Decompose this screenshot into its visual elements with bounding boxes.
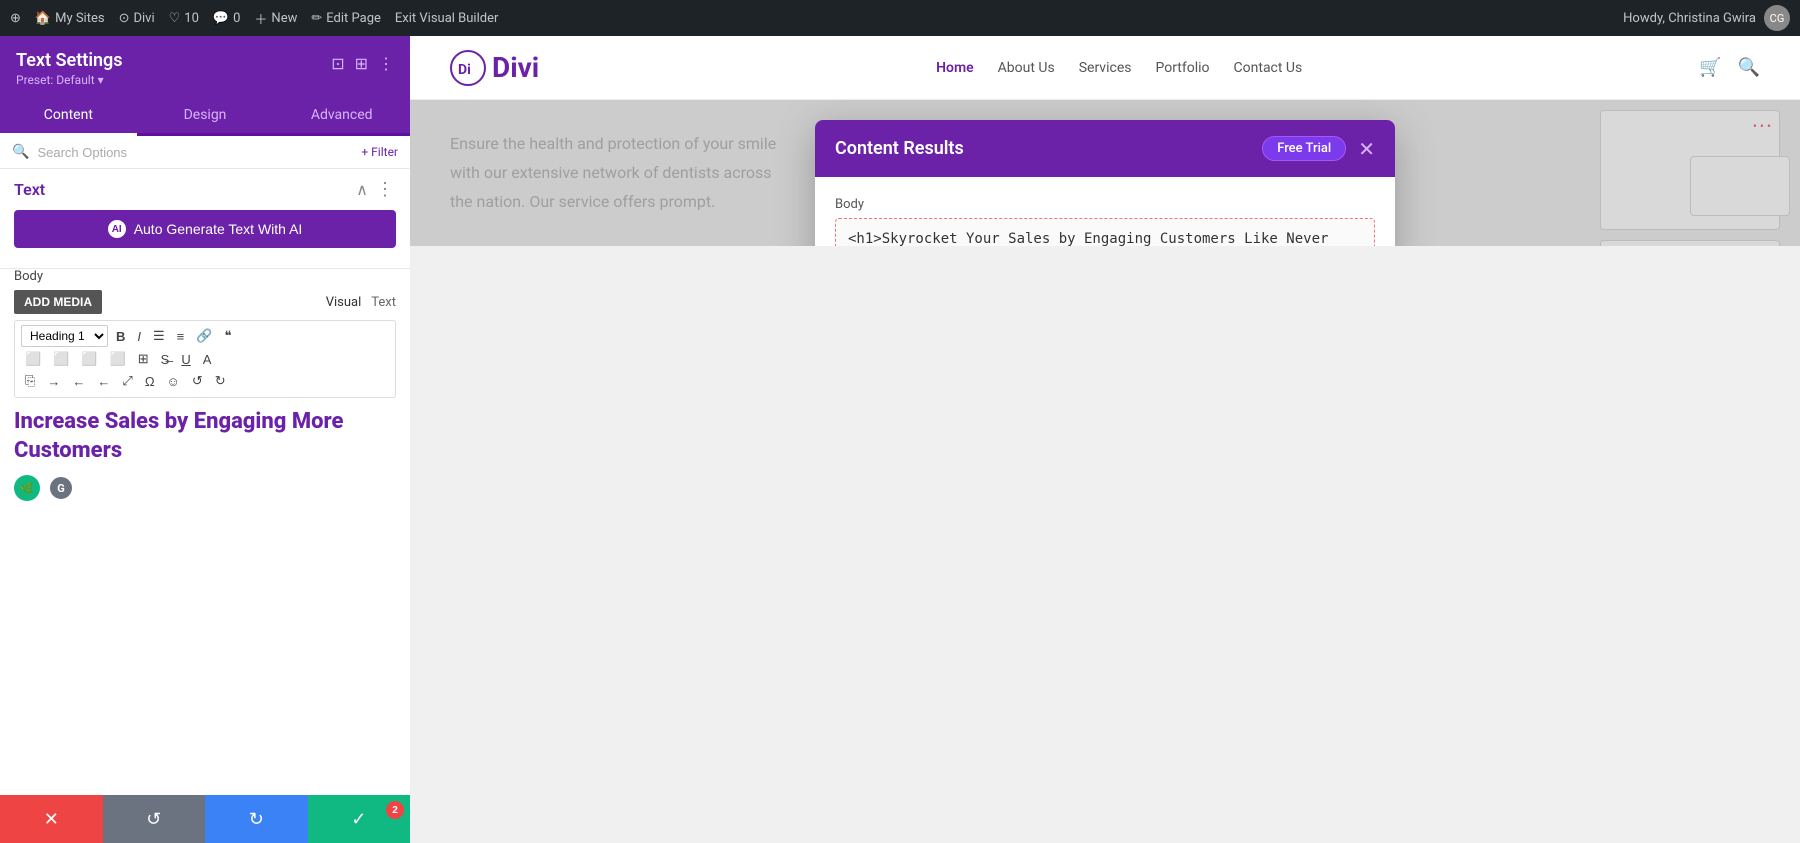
body-textarea[interactable]: <h1>Skyrocket Your Sales by Engaging Cus… (835, 218, 1375, 246)
new-button[interactable]: ＋ New (254, 9, 297, 28)
logo-text: Divi (492, 51, 539, 84)
undo-button[interactable]: ↺ (103, 795, 206, 843)
search-icon: 🔍 (12, 144, 29, 160)
bottom-bar: ✕ ↺ ↻ ✓ 2 (0, 795, 410, 843)
align-right-button[interactable]: ⬜ (77, 349, 101, 369)
likes-count[interactable]: ♡ 10 (169, 11, 199, 26)
add-media-button[interactable]: ADD MEDIA (14, 290, 102, 314)
divi-menu[interactable]: ⊙ Divi (119, 11, 155, 26)
special-char-button[interactable]: Ω (141, 372, 159, 391)
filter-button[interactable]: + Filter (361, 145, 398, 159)
modal-title: Content Results (835, 138, 964, 159)
preview-text: Increase Sales by Engaging More Customer… (14, 408, 396, 465)
save-button[interactable]: ✓ 2 (308, 795, 411, 843)
comment-icon: 💬 (213, 11, 229, 26)
content-results-modal: Content Results Free Trial ✕ Body <h1>Sk… (815, 120, 1395, 246)
tab-design[interactable]: Design (137, 97, 274, 136)
greet-user: Howdy, Christina Gwira (1623, 11, 1756, 26)
panel-preset[interactable]: Preset: Default ▾ (16, 73, 123, 87)
exit-builder-button[interactable]: Exit Visual Builder (395, 11, 498, 26)
panel-icon-layout[interactable]: ⊞ (355, 54, 368, 73)
menu-contact[interactable]: Contact Us (1234, 60, 1303, 76)
text-tab[interactable]: Text (371, 295, 396, 310)
emoji-button[interactable]: ☺ (163, 372, 184, 391)
formatting-toolbar: Heading 1 Heading 2 Paragraph B I ☰ ≡ 🔗 … (14, 320, 396, 398)
user-avatar[interactable]: CG (1764, 5, 1790, 31)
site-nav: Di Divi Home About Us Services Portfolio… (410, 36, 1800, 100)
plus-icon: ＋ (254, 9, 267, 28)
search-input[interactable] (37, 145, 353, 160)
quote-button[interactable]: ❝ (220, 326, 235, 346)
svg-text:Di: Di (458, 62, 471, 78)
section-collapse-icon[interactable]: ∧ (356, 180, 368, 199)
admin-bar: ⊕ 🏠 My Sites ⊙ Divi ♡ 10 💬 0 ＋ New ✏ Edi… (0, 0, 1800, 36)
tab-content[interactable]: Content (0, 97, 137, 136)
body-label: Body (14, 269, 396, 284)
save-badge: 2 (386, 801, 404, 819)
link-button[interactable]: 🔗 (192, 326, 216, 346)
body-field-label: Body (835, 197, 1375, 212)
page-area: Di Divi Home About Us Services Portfolio… (410, 36, 1800, 843)
panel-icon-resize[interactable]: ⊡ (331, 54, 344, 73)
heading-select[interactable]: Heading 1 Heading 2 Paragraph (21, 325, 108, 347)
cart-icon[interactable]: 🛒 (1699, 57, 1721, 78)
comments-count[interactable]: 💬 0 (213, 11, 241, 26)
outdent-button[interactable]: ← (68, 372, 89, 391)
indent-button[interactable]: → (43, 372, 64, 391)
site-menu: Home About Us Services Portfolio Contact… (936, 60, 1302, 76)
ai-grammarly-icon[interactable]: 🌿 (14, 475, 40, 501)
redo-editor-button[interactable]: ↻ (211, 371, 230, 391)
left-panel: Text Settings Preset: Default ▾ ⊡ ⊞ ⋮ Co… (0, 36, 410, 843)
wp-icon[interactable]: ⊕ (10, 11, 21, 26)
strikethrough-button[interactable]: S̶ (157, 350, 174, 369)
bullet-list-button[interactable]: ☰ (149, 326, 169, 346)
underline-button[interactable]: U (177, 350, 194, 369)
panel-title: Text Settings (16, 50, 123, 71)
section-more-icon[interactable]: ⋮ (376, 179, 396, 200)
fullscreen-button[interactable]: ⤢ (118, 371, 136, 391)
menu-services[interactable]: Services (1079, 60, 1132, 76)
site-logo: Di Divi (450, 50, 539, 86)
modal-overlay: Content Results Free Trial ✕ Body <h1>Sk… (410, 100, 1800, 246)
search-icon[interactable]: 🔍 (1738, 57, 1760, 78)
menu-home[interactable]: Home (936, 60, 974, 76)
heart-icon: ♡ (169, 11, 181, 26)
color-button[interactable]: A (199, 350, 216, 369)
text-section-title: Text (14, 180, 45, 199)
bold-button[interactable]: B (112, 327, 129, 346)
visual-tab[interactable]: Visual (326, 295, 362, 310)
divi-logo-icon: Di (450, 50, 486, 86)
my-sites[interactable]: 🏠 My Sites (35, 11, 105, 26)
redo-button[interactable]: ↻ (205, 795, 308, 843)
edit-page-button[interactable]: ✏ Edit Page (311, 11, 381, 26)
paste-button[interactable]: ⎘ (21, 371, 39, 391)
menu-portfolio[interactable]: Portfolio (1155, 60, 1209, 76)
pencil-icon: ✏ (311, 11, 322, 26)
outdent2-button[interactable]: ← (93, 372, 114, 391)
ai-icon: AI (108, 220, 126, 238)
italic-button[interactable]: I (133, 327, 145, 346)
align-justify-button[interactable]: ⬜ (106, 349, 130, 369)
modal-close-button[interactable]: ✕ (1358, 137, 1375, 161)
wordpress-icon: ⊕ (10, 11, 21, 26)
table-button[interactable]: ⊞ (134, 349, 153, 369)
menu-about[interactable]: About Us (998, 60, 1055, 76)
align-left-button[interactable]: ⬜ (21, 349, 45, 369)
free-trial-badge[interactable]: Free Trial (1262, 136, 1346, 161)
close-button[interactable]: ✕ (0, 795, 103, 843)
divi-icon: ⊙ (119, 11, 130, 26)
numbered-list-button[interactable]: ≡ (173, 327, 189, 346)
undo-editor-button[interactable]: ↺ (188, 371, 207, 391)
ai-grammarly2-icon[interactable]: G (48, 475, 74, 501)
tab-advanced[interactable]: Advanced (273, 97, 410, 136)
panel-icon-menu[interactable]: ⋮ (378, 54, 394, 73)
home-icon: 🏠 (35, 11, 51, 26)
align-center-button[interactable]: ⬜ (49, 349, 73, 369)
ai-generate-button[interactable]: AI Auto Generate Text With AI (14, 210, 396, 248)
